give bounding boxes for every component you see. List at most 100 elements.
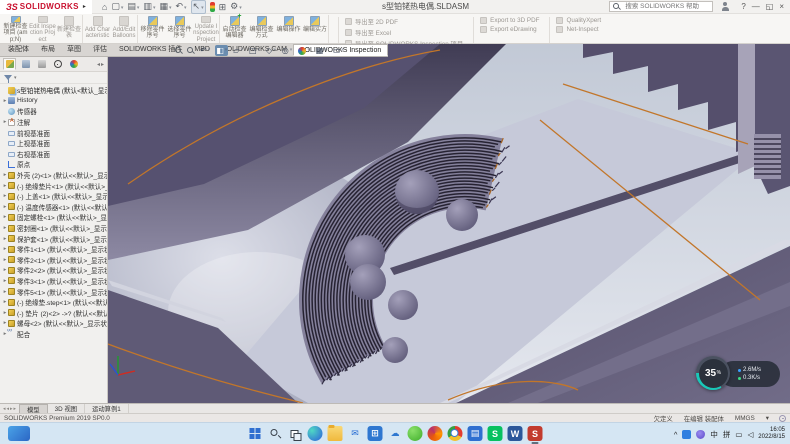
drawing-views-icon[interactable]: ▱ bbox=[232, 45, 244, 56]
restore-icon[interactable]: ◱ bbox=[766, 2, 774, 12]
edit-actual-button[interactable]: 编辑实方 bbox=[302, 15, 329, 43]
tab-sketch[interactable]: 草图 bbox=[61, 44, 87, 56]
tree-item[interactable]: ▸ 零件2<1> (默认<<默认>_显示状 bbox=[2, 255, 107, 266]
select-icon[interactable]: ↖ bbox=[191, 0, 206, 14]
new-document-icon[interactable]: ▢ bbox=[111, 1, 123, 13]
tab-layout[interactable]: 布局 bbox=[35, 44, 61, 56]
tree-item[interactable]: ▸ (-) 绝缘垫.step<1> (默认<<默认> bbox=[2, 297, 107, 308]
section-view-icon[interactable]: ◧ bbox=[215, 45, 228, 56]
export-3d-pdf[interactable]: Export to 3D PDF bbox=[480, 17, 539, 24]
hide-show-items-icon[interactable]: ◎ bbox=[281, 45, 294, 56]
security-tray-icon[interactable] bbox=[696, 430, 705, 439]
tab-motion-study[interactable]: 运动算例1 bbox=[85, 404, 129, 413]
previous-view-icon[interactable]: ↶ bbox=[199, 45, 211, 56]
featuremanager-tab[interactable] bbox=[3, 58, 16, 70]
configurationmanager-tab[interactable] bbox=[35, 58, 48, 70]
add-characteristic-button[interactable]: Add Characteristic bbox=[84, 15, 111, 43]
options-grid-icon[interactable]: ⊞ bbox=[219, 2, 227, 12]
green-s-app-icon[interactable]: S bbox=[488, 426, 503, 441]
edit-operation-button[interactable]: 编辑操作 bbox=[275, 15, 302, 43]
tab-3d-views[interactable]: 3D 视图 bbox=[48, 404, 85, 413]
mail-icon[interactable]: ✉ bbox=[348, 426, 363, 441]
file-explorer-icon[interactable] bbox=[328, 426, 343, 441]
save-icon[interactable]: ▥ bbox=[143, 1, 155, 13]
net-inspect[interactable]: Net-Inspect bbox=[556, 26, 601, 33]
qualityxpert[interactable]: QualityXpert bbox=[556, 17, 601, 24]
status-options-icon[interactable] bbox=[779, 415, 786, 422]
new-inspection-sheet-button[interactable]: 新建检查表 bbox=[56, 15, 83, 43]
export-2d-pdf[interactable]: 导出至 2D PDF bbox=[345, 17, 463, 26]
minimize-icon[interactable]: — bbox=[752, 2, 760, 12]
edit-inspection-project-button[interactable]: Edit Inspection Project bbox=[29, 15, 56, 43]
usage-gauge[interactable]: 35 % bbox=[696, 356, 730, 390]
cad-model-canvas[interactable] bbox=[108, 44, 790, 403]
launch-inspection-editor-button[interactable]: 启动检查编辑器 bbox=[221, 15, 248, 43]
tree-item[interactable]: ▸ 零件3<1> (默认<<默认>_显示状 bbox=[2, 276, 107, 287]
reader-app-icon[interactable]: ▤ bbox=[468, 426, 483, 441]
help-icon[interactable]: ? bbox=[741, 2, 745, 12]
add-edit-balloons-button[interactable]: Add/Edit Balloons bbox=[111, 15, 138, 43]
graphics-area[interactable]: 2.6M/s 0.3K/s 35 % bbox=[108, 44, 790, 403]
edit-inspection-method-button[interactable]: 编辑检查方式 bbox=[248, 15, 275, 43]
display-style-icon[interactable]: ◇ bbox=[265, 45, 277, 56]
tab-model[interactable]: 模型 bbox=[19, 404, 48, 413]
tree-item[interactable]: ▸ 注解 bbox=[2, 117, 107, 128]
edge-icon[interactable] bbox=[308, 426, 323, 441]
tree-item[interactable]: ▸ History bbox=[2, 96, 107, 107]
tree-item[interactable]: ▸ 零件5<1> (默认<<默认>_显示状态 bbox=[2, 286, 107, 297]
home-icon[interactable]: ⌂ bbox=[102, 2, 107, 12]
display-tray-icon[interactable]: ▭ bbox=[735, 430, 742, 439]
tab-assembly[interactable]: 装配体 bbox=[2, 44, 35, 56]
chrome-icon[interactable] bbox=[448, 426, 463, 441]
onedrive-icon[interactable]: ☁ bbox=[388, 426, 403, 441]
search-icon[interactable] bbox=[268, 426, 283, 441]
onedrive-tray-icon[interactable] bbox=[682, 430, 691, 439]
rebuild-traffic-light-icon[interactable] bbox=[210, 2, 215, 12]
open-icon[interactable]: ▤ bbox=[127, 1, 139, 13]
help-search-input[interactable] bbox=[623, 2, 709, 11]
ime-mode-indicator[interactable]: 拼 bbox=[723, 429, 731, 440]
print-icon[interactable]: ▦ bbox=[159, 1, 171, 13]
tree-item[interactable]: ▸ 传感器 bbox=[2, 106, 107, 117]
tree-item[interactable]: ▸ 零件2<2> (默认<<默认>_显示状 bbox=[2, 265, 107, 276]
tree-item[interactable]: ▸ 零件1<1> (默认<<默认>_显示状态 bbox=[2, 244, 107, 255]
tab-evaluate[interactable]: 评估 bbox=[87, 44, 113, 56]
tree-item[interactable]: ▸ 保护套<1> (默认<<默认>_显示状 bbox=[2, 233, 107, 244]
help-search-box[interactable] bbox=[609, 1, 713, 12]
view-settings-icon[interactable]: ▭ bbox=[332, 45, 345, 56]
tree-item[interactable]: ▸ 密封圈<1> (默认<<默认>_显示状 bbox=[2, 223, 107, 234]
update-inspection-project-button[interactable]: Update Inspection Project bbox=[193, 15, 220, 43]
zoom-area-icon[interactable] bbox=[187, 47, 195, 55]
apply-scene-icon[interactable]: ▦ bbox=[315, 45, 328, 56]
export-edrawing[interactable]: Export eDrawing bbox=[480, 26, 539, 33]
green-app-icon[interactable] bbox=[408, 426, 423, 441]
tree-item[interactable]: ▸ 外壳 (2)<1> (默认<<默认>_显示状 bbox=[2, 170, 107, 181]
ime-lang-indicator[interactable]: 中 bbox=[710, 429, 718, 440]
undo-icon[interactable]: ↶ bbox=[175, 1, 186, 13]
tree-item[interactable]: ▸ 配合 bbox=[2, 329, 107, 340]
tree-item[interactable]: ▸ (-) 温度传感器<1> (默认<<默认>_ bbox=[2, 202, 107, 213]
tree-item[interactable]: ▸ (-) 上盖<1> (默认<<默认>_显示状 bbox=[2, 191, 107, 202]
solidworks-taskbar-icon[interactable]: S bbox=[528, 426, 543, 441]
close-icon[interactable]: × bbox=[779, 2, 784, 12]
volume-tray-icon[interactable]: ◁ bbox=[748, 430, 754, 439]
export-excel[interactable]: 导出至 Excel bbox=[345, 28, 463, 37]
tree-item[interactable]: ▸ (-) 绝缘垫片<1> (默认<<默认>_显 bbox=[2, 180, 107, 191]
widgets-icon[interactable] bbox=[8, 426, 30, 441]
edit-appearance-icon[interactable] bbox=[297, 45, 311, 56]
tree-item[interactable]: ▸ (-) 垫片 (2)<2> ->? (默认<<默认> bbox=[2, 307, 107, 318]
menu-expand-arrow-icon[interactable]: ▸ bbox=[83, 3, 86, 10]
remove-balloons-button[interactable]: 移除零件序号 bbox=[139, 15, 166, 43]
select-balloons-button[interactable]: 选择零件序号 bbox=[166, 15, 193, 43]
zoom-fit-icon[interactable] bbox=[175, 47, 183, 55]
tree-item[interactable]: ▸ 原点 bbox=[2, 159, 107, 170]
solidworks-logo[interactable]: ЗS SOLIDWORKS ▸ bbox=[0, 0, 92, 14]
doc-tab-nav[interactable]: ◂◂▸▸ bbox=[0, 404, 19, 413]
tray-expand-icon[interactable]: ^ bbox=[674, 430, 678, 439]
tree-item[interactable]: ▸ 上视基准面 bbox=[2, 138, 107, 149]
new-inspection-project-button[interactable]: 新建检查项目 (amp;N) bbox=[2, 15, 29, 43]
user-account-icon[interactable] bbox=[721, 2, 729, 11]
browser-app-icon[interactable] bbox=[428, 426, 443, 441]
tree-item[interactable]: ▸ 右视基准面 bbox=[2, 149, 107, 160]
tree-item[interactable]: ▸ 固定螺栓<1> (默认<<默认>_显示 bbox=[2, 212, 107, 223]
